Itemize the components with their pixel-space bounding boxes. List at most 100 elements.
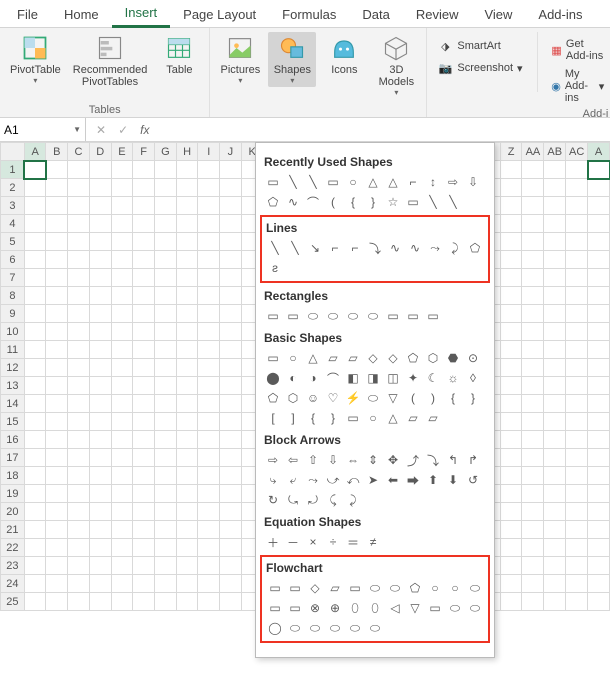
row-header[interactable]: 23 [1,557,25,575]
cell[interactable] [522,197,544,215]
cell[interactable] [500,377,522,395]
cell[interactable] [220,359,242,377]
shape-option[interactable]: ⬭ [364,307,382,325]
shape-option[interactable]: ▭ [286,599,304,617]
cell[interactable] [46,539,68,557]
shape-option[interactable]: ◑ [304,369,322,387]
cell[interactable] [522,557,544,575]
cell[interactable] [46,251,68,269]
cell[interactable] [566,449,588,467]
shape-option[interactable]: ⌒ [304,193,322,211]
col-header[interactable]: C [68,143,90,161]
shape-option[interactable]: } [364,193,382,211]
cell[interactable] [24,575,46,593]
shape-option[interactable]: ⤶ [284,471,302,489]
cell[interactable] [220,215,242,233]
tab-data[interactable]: Data [349,3,402,27]
cell[interactable] [588,287,610,305]
cell[interactable] [68,467,90,485]
shape-option[interactable]: ☆ [384,193,402,211]
cell[interactable] [111,161,133,179]
cell[interactable] [155,467,177,485]
shape-option[interactable]: ▭ [426,599,444,617]
shape-option[interactable]: ▱ [344,349,362,367]
shape-option[interactable]: ▭ [344,409,362,427]
cell[interactable] [522,269,544,287]
cell[interactable] [155,305,177,323]
cell[interactable] [133,287,155,305]
cell[interactable] [500,323,522,341]
cell[interactable] [588,341,610,359]
shape-option[interactable]: ⌐ [404,173,422,191]
shape-option[interactable]: ▽ [384,389,402,407]
shape-option[interactable]: ▭ [404,193,422,211]
shape-option[interactable]: ○ [344,173,362,191]
shape-option[interactable]: ▭ [264,307,282,325]
row-header[interactable]: 21 [1,521,25,539]
shape-option[interactable]: ↱ [464,451,482,469]
cell[interactable] [198,251,220,269]
cell[interactable] [46,521,68,539]
cell[interactable] [68,251,90,269]
cell[interactable] [566,593,588,611]
cell[interactable] [89,269,111,287]
cell[interactable] [133,521,155,539]
cell[interactable] [155,215,177,233]
name-box-dropdown[interactable]: ▼ [73,125,81,134]
cell[interactable] [176,251,198,269]
cell[interactable] [176,521,198,539]
shape-option[interactable]: ╲ [284,173,302,191]
cell[interactable] [198,557,220,575]
cell[interactable] [111,521,133,539]
cell[interactable] [198,395,220,413]
cell[interactable] [176,269,198,287]
cell[interactable] [588,233,610,251]
cell[interactable] [544,485,566,503]
cell[interactable] [133,305,155,323]
cell[interactable] [566,215,588,233]
shape-option[interactable]: ▭ [264,349,282,367]
cell[interactable] [133,233,155,251]
cell[interactable] [544,521,566,539]
cell[interactable] [46,485,68,503]
cell[interactable] [522,413,544,431]
cell[interactable] [111,395,133,413]
shape-option[interactable]: ⬭ [366,619,384,637]
smartart-button[interactable]: ⬗SmartArt [433,36,526,56]
cell[interactable] [176,395,198,413]
cell[interactable] [89,287,111,305]
cancel-formula-icon[interactable]: ✕ [96,123,106,137]
shape-option[interactable]: ⬭ [466,599,484,617]
shape-option[interactable]: ∿ [406,239,424,257]
cell[interactable] [24,467,46,485]
cell[interactable] [155,485,177,503]
cell[interactable] [566,539,588,557]
cell[interactable] [176,503,198,521]
shape-option[interactable]: ▭ [266,579,284,597]
shape-option[interactable]: ▭ [384,307,402,325]
cell[interactable] [220,197,242,215]
cell[interactable] [89,503,111,521]
cell[interactable] [220,251,242,269]
cell[interactable] [220,287,242,305]
cell[interactable] [588,449,610,467]
cell[interactable] [176,287,198,305]
cell[interactable] [220,485,242,503]
cell[interactable] [588,557,610,575]
cell[interactable] [544,287,566,305]
cell[interactable] [89,521,111,539]
cell[interactable] [588,413,610,431]
cell[interactable] [111,413,133,431]
shape-option[interactable]: ✦ [404,369,422,387]
cell[interactable] [176,161,198,179]
cell[interactable] [24,593,46,611]
shape-option[interactable]: ⬠ [404,349,422,367]
cell[interactable] [24,287,46,305]
shape-option[interactable]: ╲ [304,173,322,191]
cell[interactable] [566,431,588,449]
col-header[interactable]: B [46,143,68,161]
cell[interactable] [588,179,610,197]
enter-formula-icon[interactable]: ✓ [118,123,128,137]
cell[interactable] [588,503,610,521]
cell[interactable] [68,287,90,305]
